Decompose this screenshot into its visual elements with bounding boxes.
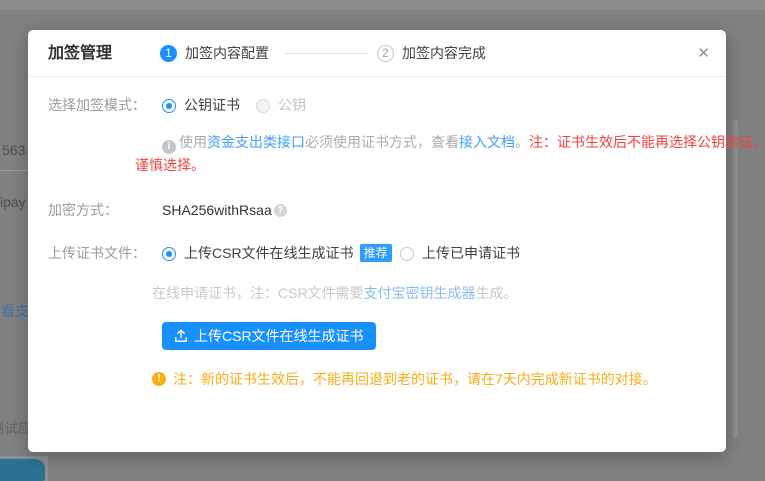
help-icon[interactable]: ? <box>274 204 287 217</box>
notice-use-text: 使用 <box>179 134 207 150</box>
steps-connector-line <box>283 53 368 54</box>
info-icon: i <box>162 140 176 154</box>
radio-public-key-cert[interactable] <box>162 99 176 113</box>
upload-icon <box>174 329 188 343</box>
step-1-indicator: 1 <box>160 45 177 62</box>
sign-mode-label: 选择加签模式： <box>48 95 146 115</box>
radio-upload-csr-label[interactable]: 上传CSR文件在线生成证书推荐 <box>184 243 392 263</box>
step-2-indicator: 2 <box>377 45 394 62</box>
step-1-label: 加签内容配置 <box>185 30 269 77</box>
background-partial-button <box>0 459 45 481</box>
encrypt-method-label: 加密方式： <box>48 200 118 220</box>
notice-must-text: 必须使用证书方式，查看 <box>305 134 459 150</box>
radio-upload-existing[interactable] <box>400 247 414 261</box>
close-icon[interactable]: ✕ <box>697 30 710 77</box>
background-page-header-strip <box>0 0 765 10</box>
cert-switch-warning-text: 注：新的证书生效后，不能再回退到老的证书，请在7天内完成新证书的对接。 <box>173 369 657 389</box>
dialog-header: 加签管理 1 加签内容配置 2 加签内容完成 ✕ <box>28 30 726 77</box>
warning-icon: ! <box>152 372 166 386</box>
step-2-label: 加签内容完成 <box>402 30 486 77</box>
upload-cert-label: 上传证书文件： <box>48 243 146 263</box>
upload-csr-button-label: 上传CSR文件在线生成证书 <box>194 326 364 346</box>
notice-line-1: i使用资金支出类接口必须使用证书方式，查看接入文档。注：证书生效后不能再选择公钥… <box>162 134 765 150</box>
radio-upload-csr[interactable] <box>162 247 176 261</box>
cert-switch-warning: ! 注：新的证书生效后，不能再回退到老的证书，请在7天内完成新证书的对接。 <box>152 369 657 389</box>
radio-public-key <box>256 99 270 113</box>
notice-period: 。 <box>515 134 529 150</box>
background-row-divider <box>0 170 28 171</box>
fund-api-link[interactable]: 资金支出类接口 <box>207 134 305 150</box>
keygen-tool-link[interactable]: 支付宝密钥生成器 <box>364 285 476 301</box>
upload-csr-text: 上传CSR文件在线生成证书 <box>184 245 354 261</box>
notice-warning-line2: 谨慎选择。 <box>135 157 205 173</box>
upload-csr-button[interactable]: 上传CSR文件在线生成证书 <box>162 322 376 350</box>
csr-note-pre: 在线申请证书，注：CSR文件需要 <box>152 285 364 301</box>
dialog-title: 加签管理 <box>48 30 112 77</box>
radio-public-key-cert-label[interactable]: 公钥证书 <box>184 95 240 115</box>
sign-management-dialog: 加签管理 1 加签内容配置 2 加签内容完成 ✕ 选择加签模式： 公钥证书 公钥… <box>28 30 726 452</box>
notice-warning-line1: 注：证书生效后不能再选择公钥验证，请 <box>529 134 765 150</box>
access-doc-link[interactable]: 接入文档 <box>459 134 515 150</box>
csr-note-post: 生成。 <box>476 285 518 301</box>
encrypt-method-value: SHA256withRsaa <box>162 198 272 222</box>
radio-upload-existing-label[interactable]: 上传已申请证书 <box>422 243 520 263</box>
csr-note: 在线申请证书，注：CSR文件需要支付宝密钥生成器生成。 <box>152 283 518 303</box>
cert-mode-notice: i使用资金支出类接口必须使用证书方式，查看接入文档。注：证书生效后不能再选择公钥… <box>135 131 735 176</box>
recommend-badge: 推荐 <box>360 244 392 262</box>
background-gateway-fragment: ipay <box>0 194 26 210</box>
encrypt-method-value-row: SHA256withRsaa ? <box>162 198 287 222</box>
background-app-id-fragment: 563 <box>2 142 25 158</box>
radio-public-key-label: 公钥 <box>278 95 306 115</box>
